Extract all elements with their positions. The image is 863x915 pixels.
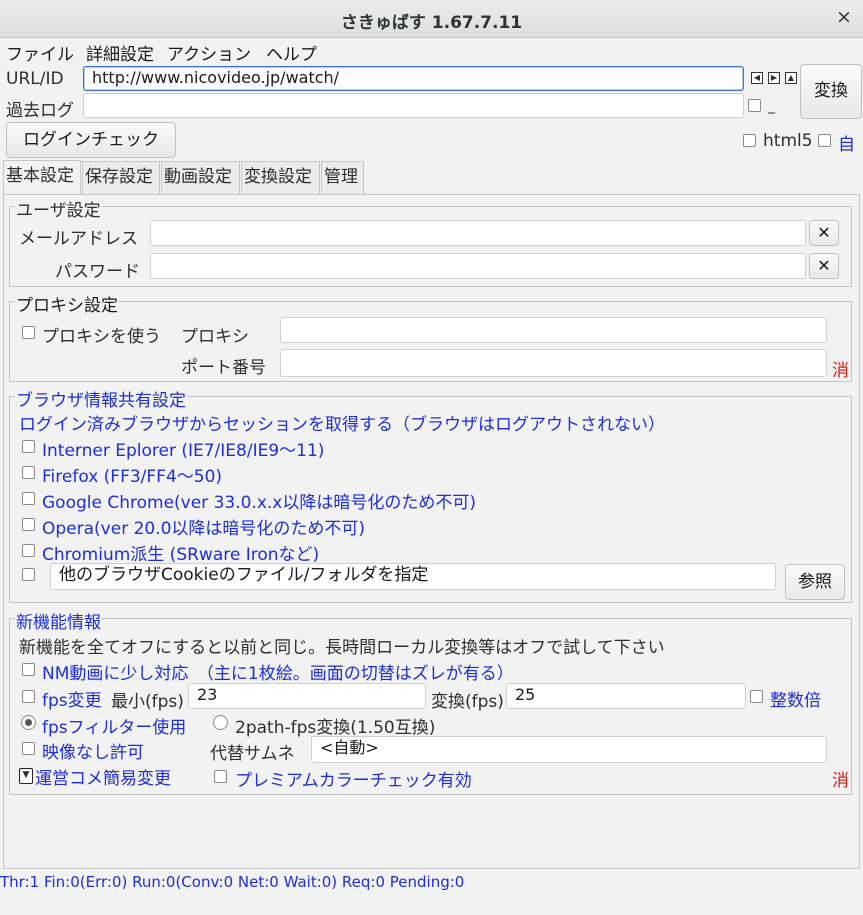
integer-multiple-label: 整数倍 <box>770 691 821 711</box>
past-log-suffix: _ <box>768 98 775 114</box>
browser-chrome-checkbox[interactable] <box>22 492 35 505</box>
browser-firefox-checkbox[interactable] <box>22 466 35 479</box>
url-input[interactable]: http://www.nicovideo.jp/watch/ <box>83 66 744 91</box>
menu-help[interactable]: ヘルプ <box>266 40 317 65</box>
user-settings-title: ユーザ設定 <box>15 196 102 221</box>
auto-checkbox[interactable] <box>818 134 831 147</box>
new-features-title: 新機能情報 <box>15 608 102 633</box>
nm-video-label: NM動画に少し対応 （主に1枚絵。画面の切替はズレが有る） <box>42 664 514 684</box>
use-proxy-label: プロキシを使う <box>42 327 161 347</box>
auto-label: 自 <box>838 135 855 155</box>
proxy-settings-title: プロキシ設定 <box>15 291 119 316</box>
menu-file[interactable]: ファイル <box>6 40 74 65</box>
other-browser-checkbox[interactable] <box>22 568 35 581</box>
close-icon[interactable]: × <box>834 6 854 28</box>
new-features-clear-link[interactable]: 消 <box>832 766 849 791</box>
convert-button[interactable]: 変換 <box>800 64 862 119</box>
password-clear-button[interactable]: ✕ <box>809 253 839 279</box>
window-title: さきゅばす 1.67.7.11 <box>340 13 523 33</box>
other-browser-input[interactable]: 他のブラウザCookieのファイル/フォルダを指定 <box>50 563 776 590</box>
login-check-button[interactable]: ログインチェック <box>6 122 176 158</box>
spin-right-icon[interactable]: ▶ <box>768 72 780 84</box>
browser-settings-description: ログイン済みブラウザからセッションを取得する（ブラウザはログアウトされない） <box>19 415 665 435</box>
browse-button[interactable]: 参照 <box>785 564 845 600</box>
email-clear-button[interactable]: ✕ <box>809 220 839 246</box>
conv-fps-input[interactable]: 25 <box>506 683 746 709</box>
browser-opera-label: Opera(ver 20.0以降は暗号化のため不可) <box>42 519 366 539</box>
browser-ie-label: Interner Eplorer (IE7/IE8/IE9～11) <box>42 441 325 461</box>
html5-label: html5 <box>763 131 813 151</box>
alt-thumbnail-label: 代替サムネ <box>210 744 295 764</box>
proxy-input[interactable] <box>280 317 827 343</box>
tab-management[interactable]: 管理 <box>321 161 364 194</box>
two-path-fps-label: 2path-fps変換(1.50互換) <box>235 718 436 738</box>
premium-color-label: プレミアムカラーチェック有効 <box>235 771 472 791</box>
use-proxy-checkbox[interactable] <box>22 326 35 339</box>
past-log-label: 過去ログ <box>6 101 74 121</box>
menu-advanced-settings[interactable]: 詳細設定 <box>86 40 154 65</box>
menu-action[interactable]: アクション <box>167 40 251 65</box>
min-fps-input[interactable]: 23 <box>188 683 426 709</box>
title-bar: さきゅばす 1.67.7.11 × <box>0 0 863 38</box>
browser-settings-title: ブラウザ情報共有設定 <box>15 386 187 411</box>
browser-ie-checkbox[interactable] <box>22 440 35 453</box>
proxy-clear-link[interactable]: 消 <box>832 356 849 381</box>
no-video-label: 映像なし許可 <box>42 743 144 763</box>
alt-thumbnail-input[interactable]: <自動> <box>311 736 827 763</box>
status-bar: Thr:1 Fin:0(Err:0) Run:0(Conv:0 Net:0 Wa… <box>0 873 465 891</box>
port-label: ポート番号 <box>181 358 266 378</box>
new-features-description: 新機能を全てオフにすると以前と同じ。長時間ローカル変換等はオフで試して下さい <box>19 638 665 658</box>
tab-convert-settings[interactable]: 変換設定 <box>241 161 320 194</box>
min-fps-label: 最小(fps) <box>111 692 184 712</box>
nm-video-checkbox[interactable] <box>22 663 35 676</box>
port-input[interactable] <box>280 349 827 377</box>
tab-basic-settings[interactable]: 基本設定 <box>3 160 81 195</box>
spin-left-icon[interactable]: ◀ <box>751 72 763 84</box>
url-label: URL/ID <box>6 69 64 89</box>
past-log-input[interactable] <box>83 93 744 118</box>
two-path-fps-radio[interactable] <box>213 715 228 730</box>
premium-color-checkbox[interactable] <box>214 770 227 783</box>
no-video-checkbox[interactable] <box>22 742 35 755</box>
password-input[interactable] <box>150 253 806 279</box>
browser-firefox-label: Firefox (FF3/FF4～50) <box>42 467 223 487</box>
fps-change-checkbox[interactable] <box>22 690 35 703</box>
spin-up-icon[interactable]: ▲ <box>785 72 797 84</box>
tab-save-settings[interactable]: 保存設定 <box>82 161 160 194</box>
dropdown-arrow-icon[interactable]: ▼ <box>19 768 33 784</box>
conv-fps-label: 変換(fps) <box>431 692 504 712</box>
email-label: メールアドレス <box>19 229 138 249</box>
browser-chromium-label: Chromium派生 (SRware Ironなど) <box>42 545 320 565</box>
fps-filter-radio[interactable] <box>21 715 36 730</box>
html5-checkbox[interactable] <box>743 134 756 147</box>
proxy-label: プロキシ <box>181 327 249 347</box>
browser-chrome-label: Google Chrome(ver 33.0.x.x以降は暗号化のため不可) <box>42 493 476 513</box>
past-log-checkbox[interactable] <box>748 99 761 112</box>
browser-chromium-checkbox[interactable] <box>22 544 35 557</box>
official-comment-label: 運営コメ簡易変更 <box>35 769 171 789</box>
fps-change-label: fps変更 <box>42 691 102 711</box>
password-label: パスワード <box>55 262 140 282</box>
browser-opera-checkbox[interactable] <box>22 518 35 531</box>
email-input[interactable] <box>150 220 806 246</box>
tab-video-settings[interactable]: 動画設定 <box>161 161 240 194</box>
fps-filter-label: fpsフィルター使用 <box>42 718 187 738</box>
integer-multiple-checkbox[interactable] <box>750 690 763 703</box>
